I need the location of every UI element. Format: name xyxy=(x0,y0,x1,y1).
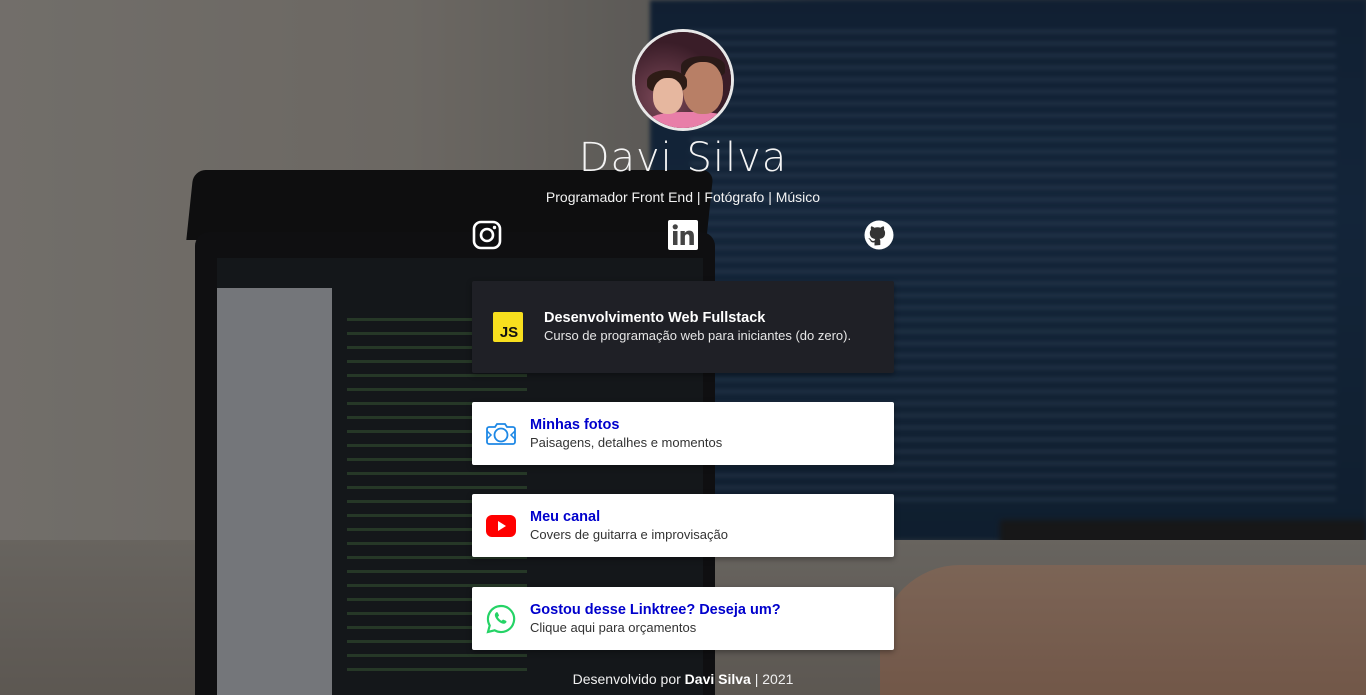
javascript-icon: JS xyxy=(472,312,544,342)
link-card-photos[interactable]: Minhas fotos Paisagens, detalhes e momen… xyxy=(472,402,894,465)
linkedin-link[interactable] xyxy=(668,220,698,250)
link-subtitle: Curso de programação web para iniciantes… xyxy=(544,328,852,343)
profile-bio: Programador Front End | Fotógrafo | Músi… xyxy=(545,189,821,205)
avatar xyxy=(632,29,734,131)
footer: Desenvolvido por Davi Silva | 2021 xyxy=(0,671,1366,687)
link-subtitle: Clique aqui para orçamentos xyxy=(530,619,697,635)
footer-author: Davi Silva xyxy=(684,671,751,687)
link-card-fullstack[interactable]: JS Desenvolvimento Web Fullstack Curso d… xyxy=(472,281,894,373)
link-card-budget[interactable]: Gostou desse Linktree? Deseja um? Clique… xyxy=(472,587,894,650)
whatsapp-icon xyxy=(472,604,530,634)
svg-text:JS: JS xyxy=(500,324,518,341)
instagram-icon xyxy=(472,220,502,250)
link-title: Minhas fotos xyxy=(530,416,620,433)
link-subtitle: Paisagens, detalhes e momentos xyxy=(530,434,723,450)
github-icon xyxy=(864,220,894,250)
camera-icon xyxy=(472,422,530,446)
youtube-icon xyxy=(472,514,530,537)
link-title: Desenvolvimento Web Fullstack xyxy=(544,310,766,326)
linkedin-icon xyxy=(668,220,698,250)
linktree-page: Davi Silva Programador Front End | Fotóg… xyxy=(0,0,1366,695)
link-title: Gostou desse Linktree? Deseja um? xyxy=(530,601,781,618)
link-card-channel[interactable]: Meu canal Covers de guitarra e improvisa… xyxy=(472,494,894,557)
link-title: Meu canal xyxy=(530,508,601,525)
profile-name: Davi Silva xyxy=(578,135,788,181)
github-link[interactable] xyxy=(864,220,894,250)
footer-suffix: | 2021 xyxy=(754,671,794,687)
link-subtitle: Covers de guitarra e improvisação xyxy=(530,526,728,542)
instagram-link[interactable] xyxy=(472,220,502,250)
footer-prefix: Desenvolvido por xyxy=(572,671,681,687)
